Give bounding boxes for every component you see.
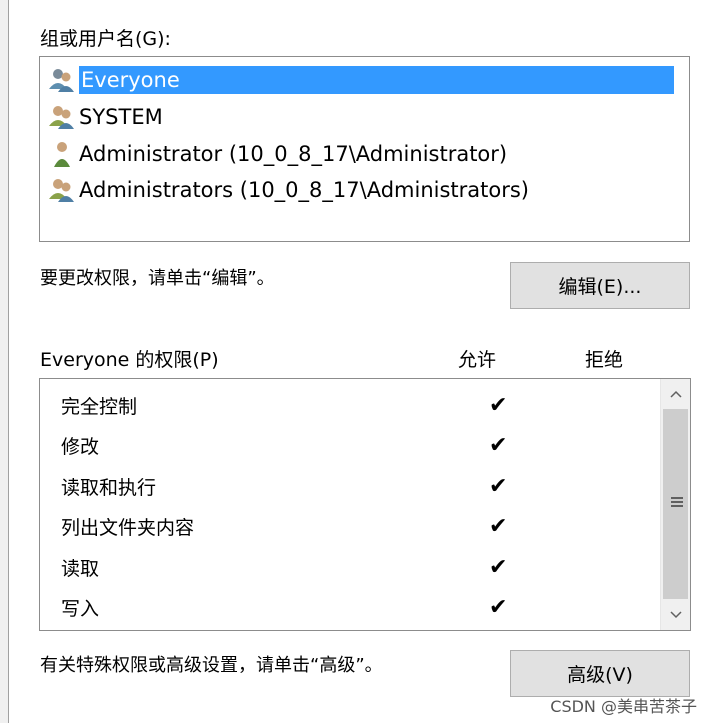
user-item-system[interactable]: SYSTEM (45, 99, 163, 135)
permission-row: 读取和执行 ✔ (61, 466, 661, 506)
vertical-scrollbar[interactable] (660, 379, 690, 630)
scroll-down-icon[interactable] (661, 600, 690, 630)
group-label: 组或用户名(G): (40, 28, 171, 50)
allow-check-icon: ✔ (489, 554, 508, 580)
user-item-label: Everyone (79, 66, 674, 94)
permission-name: 读取和执行 (61, 476, 157, 499)
permission-name: 列出文件夹内容 (61, 516, 195, 539)
permission-name: 写入 (61, 597, 100, 620)
users-icon (45, 172, 79, 208)
permission-row: 修改 ✔ (61, 425, 661, 465)
user-item-administrator[interactable]: Administrator (10_0_8_17\Administrator) (45, 136, 507, 172)
permission-row: 完全控制 ✔ (61, 385, 661, 425)
permission-row: 写入 ✔ (61, 587, 661, 627)
permissions-list[interactable]: 完全控制 ✔ 修改 ✔ 读取和执行 ✔ 列出文件夹内容 ✔ 读取 ✔ 写入 ✔ (39, 378, 691, 631)
user-list[interactable]: Everyone SYSTEM Administrator (10_0_8_17… (39, 56, 690, 242)
user-item-label: Administrator (10_0_8_17\Administrator) (79, 142, 508, 166)
users-icon (45, 99, 79, 135)
advanced-button[interactable]: 高级(V) (510, 650, 690, 697)
user-item-label: SYSTEM (79, 105, 163, 129)
allow-check-icon: ✔ (489, 473, 508, 499)
grip-icon (671, 497, 683, 509)
change-hint: 要更改权限，请单击“编辑”。 (40, 268, 275, 289)
scroll-up-icon[interactable] (661, 379, 690, 409)
watermark: CSDN @美串苦茶子 (550, 697, 697, 716)
user-item-administrators[interactable]: Administrators (10_0_8_17\Administrators… (45, 172, 529, 208)
permissions-title: Everyone 的权限(P) (40, 349, 219, 371)
allow-check-icon: ✔ (489, 594, 508, 620)
user-icon (45, 136, 79, 172)
user-item-everyone[interactable]: Everyone (45, 62, 674, 98)
edit-button[interactable]: 编辑(E)... (510, 262, 690, 309)
allow-check-icon: ✔ (489, 392, 508, 418)
column-deny: 拒绝 (585, 349, 624, 371)
window-edge (0, 0, 9, 723)
scrollbar-thumb[interactable] (663, 409, 688, 599)
column-allow: 允许 (458, 349, 497, 371)
users-icon (45, 62, 79, 98)
permission-name: 修改 (61, 435, 100, 458)
allow-check-icon: ✔ (489, 513, 508, 539)
permission-row: 读取 ✔ (61, 547, 661, 587)
allow-check-icon: ✔ (489, 432, 508, 458)
permission-name: 完全控制 (61, 395, 138, 418)
permission-name: 读取 (61, 557, 100, 580)
user-item-label: Administrators (10_0_8_17\Administrators… (79, 178, 529, 202)
advanced-hint: 有关特殊权限或高级设置，请单击“高级”。 (40, 655, 383, 676)
permission-row: 列出文件夹内容 ✔ (61, 506, 661, 546)
